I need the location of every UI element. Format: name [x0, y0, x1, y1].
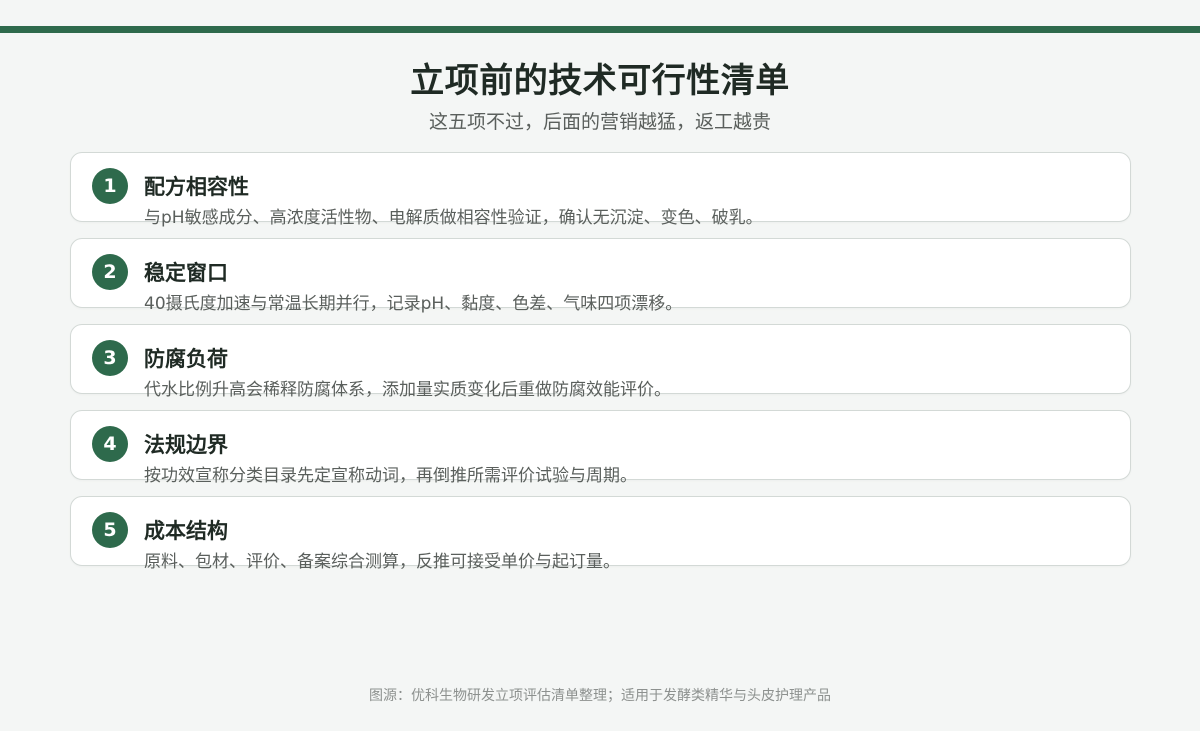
source-note: 图源：优科生物研发立项评估清单整理；适用于发酵类精华与头皮护理产品	[369, 688, 831, 704]
page-title: 立项前的技术可行性清单	[410, 61, 790, 101]
item-title: 稳定窗口	[144, 261, 228, 285]
item-description: 原料、包材、评价、备案综合测算，反推可接受单价与起订量。	[144, 552, 620, 572]
item-description: 代水比例升高会稀释防腐体系，添加量实质变化后重做防腐效能评价。	[144, 380, 671, 400]
checklist-item-2: 2 稳定窗口 40摄氏度加速与常温长期并行，记录pH、黏度、色差、气味四项漂移。	[70, 238, 1131, 314]
item-title: 防腐负荷	[144, 347, 228, 371]
item-description: 按功效宣称分类目录先定宣称动词，再倒推所需评价试验与周期。	[144, 466, 637, 486]
item-description: 与pH敏感成分、高浓度活性物、电解质做相容性验证，确认无沉淀、变色、破乳。	[144, 208, 763, 228]
checklist-item-3: 3 防腐负荷 代水比例升高会稀释防腐体系，添加量实质变化后重做防腐效能评价。	[70, 324, 1131, 400]
number-badge: 3	[92, 340, 128, 376]
number-badge: 1	[92, 168, 128, 204]
item-description: 40摄氏度加速与常温长期并行，记录pH、黏度、色差、气味四项漂移。	[144, 294, 683, 314]
page-subtitle: 这五项不过，后面的营销越猛，返工越贵	[428, 111, 771, 133]
top-accent-bar	[0, 26, 1200, 33]
checklist: 1 配方相容性 与pH敏感成分、高浓度活性物、电解质做相容性验证，确认无沉淀、变…	[70, 152, 1131, 582]
number-badge: 5	[92, 512, 128, 548]
item-title: 配方相容性	[144, 175, 249, 199]
page-header: 立项前的技术可行性清单 这五项不过，后面的营销越猛，返工越贵	[0, 58, 1200, 136]
checklist-item-1: 1 配方相容性 与pH敏感成分、高浓度活性物、电解质做相容性验证，确认无沉淀、变…	[70, 152, 1131, 228]
item-title: 法规边界	[144, 433, 228, 457]
checklist-item-4: 4 法规边界 按功效宣称分类目录先定宣称动词，再倒推所需评价试验与周期。	[70, 410, 1131, 486]
checklist-item-5: 5 成本结构 原料、包材、评价、备案综合测算，反推可接受单价与起订量。	[70, 496, 1131, 572]
number-badge: 4	[92, 426, 128, 462]
number-badge: 2	[92, 254, 128, 290]
item-title: 成本结构	[144, 519, 228, 543]
